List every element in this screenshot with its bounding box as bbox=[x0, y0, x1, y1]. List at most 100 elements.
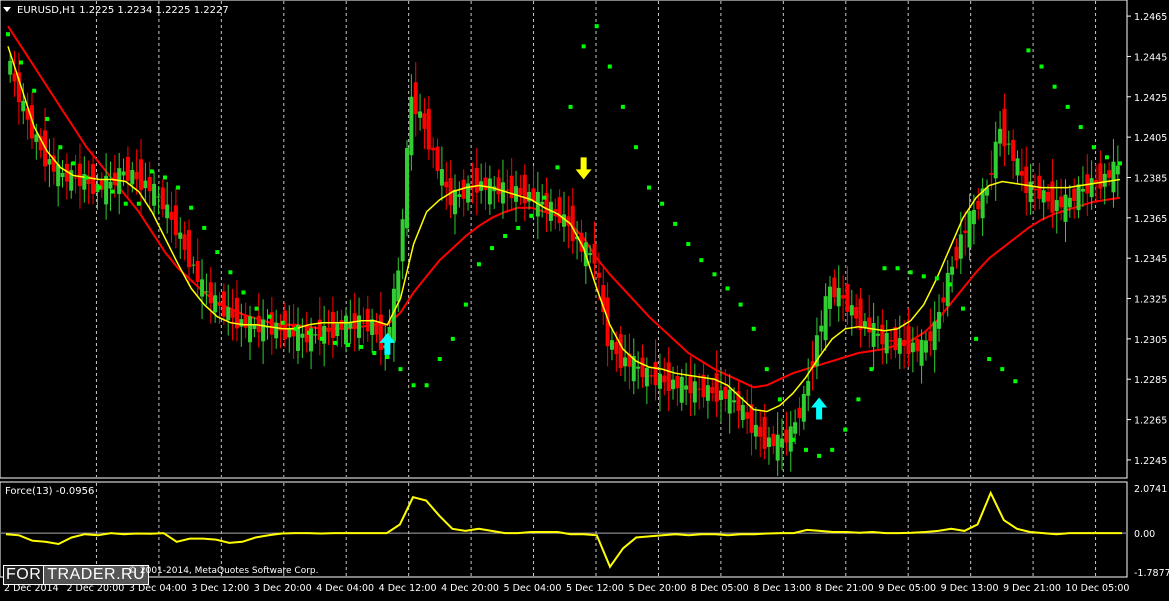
sar-dot bbox=[1000, 367, 1005, 372]
sar-dot bbox=[895, 266, 900, 271]
force-tick-label: 0.00 bbox=[1134, 529, 1155, 540]
candle-body bbox=[867, 317, 872, 333]
candle-body bbox=[893, 327, 898, 351]
candle-body bbox=[945, 272, 950, 307]
sar-dot bbox=[921, 274, 926, 279]
candle-body bbox=[487, 178, 492, 205]
sar-dot bbox=[19, 60, 24, 65]
candle-body bbox=[1072, 188, 1077, 202]
candle-body bbox=[732, 400, 737, 403]
candle-body bbox=[112, 172, 117, 185]
candle-body bbox=[156, 196, 161, 198]
candle-body bbox=[819, 325, 824, 332]
candle-body bbox=[378, 314, 383, 350]
sar-dot bbox=[215, 250, 220, 255]
sar-dot bbox=[738, 302, 743, 307]
candle-body bbox=[400, 219, 405, 262]
sar-dot bbox=[202, 225, 207, 230]
sar-dot bbox=[529, 213, 534, 218]
sar-dot bbox=[346, 342, 351, 347]
candle-body bbox=[169, 211, 174, 220]
sar-dot bbox=[110, 189, 115, 194]
sar-dot bbox=[123, 201, 128, 206]
x-tick-label: 9 Dec 05:00 bbox=[878, 583, 936, 594]
chart-window: 1.2465 1.2445 1.2425 1.2405 1.2385 1.2365 1.23… bbox=[0, 0, 1169, 597]
candle-body bbox=[644, 367, 649, 387]
sar-dot bbox=[607, 64, 612, 69]
candle-body bbox=[971, 209, 976, 225]
candle-body bbox=[889, 340, 894, 342]
sar-dot bbox=[804, 447, 809, 452]
candle-body bbox=[884, 332, 889, 354]
sar-dot bbox=[333, 340, 338, 345]
candle-body bbox=[248, 316, 253, 343]
candle-body bbox=[919, 339, 924, 366]
candle-body bbox=[1098, 163, 1103, 189]
candle-body bbox=[723, 386, 728, 399]
candle-body bbox=[200, 279, 205, 297]
candle-body bbox=[1032, 188, 1037, 191]
candle-body bbox=[871, 323, 876, 347]
sar-dot bbox=[6, 32, 10, 37]
sar-dot bbox=[1052, 84, 1057, 89]
sar-dot bbox=[555, 165, 560, 170]
sar-dot bbox=[947, 282, 952, 287]
candle-body bbox=[396, 270, 401, 302]
candle-body bbox=[147, 176, 152, 192]
candle-body bbox=[718, 390, 723, 400]
sar-dot bbox=[398, 367, 403, 372]
candle-body bbox=[832, 277, 837, 298]
candle-body bbox=[204, 291, 209, 293]
candle-body bbox=[361, 322, 366, 324]
candle-body bbox=[1041, 190, 1046, 203]
sar-dot bbox=[319, 336, 324, 341]
candle-body bbox=[771, 433, 776, 447]
candle-body bbox=[758, 426, 763, 437]
candle-body bbox=[684, 385, 689, 390]
candle-body bbox=[649, 375, 654, 377]
sar-dot bbox=[961, 306, 966, 311]
sar-dot bbox=[934, 276, 939, 281]
x-tick-label: 3 Dec 12:00 bbox=[191, 583, 249, 594]
sar-dot bbox=[725, 286, 730, 291]
sar-dot bbox=[385, 355, 390, 360]
candle-body bbox=[8, 60, 13, 75]
sar-dot bbox=[830, 447, 835, 452]
candle-body bbox=[370, 319, 375, 335]
candle-body bbox=[875, 333, 880, 336]
candle-body bbox=[226, 307, 231, 321]
sar-dot bbox=[176, 185, 181, 190]
candle-body bbox=[710, 387, 715, 394]
candle-body bbox=[692, 381, 697, 403]
candle-body bbox=[1019, 171, 1024, 176]
candle-body bbox=[195, 260, 200, 282]
sar-dot bbox=[764, 367, 769, 372]
candle-body bbox=[221, 291, 226, 317]
candle-body bbox=[636, 366, 641, 369]
candle-body bbox=[431, 147, 436, 151]
candle-body bbox=[592, 243, 597, 264]
sar-dot bbox=[647, 185, 652, 190]
sar-dot bbox=[84, 175, 89, 180]
candle-body bbox=[322, 326, 327, 344]
sar-dot bbox=[45, 116, 50, 121]
sar-dot bbox=[450, 336, 455, 341]
candle-body bbox=[256, 315, 261, 333]
candle-body bbox=[1006, 143, 1011, 145]
candle-body bbox=[784, 429, 789, 443]
candle-body bbox=[1080, 188, 1085, 192]
candle-body bbox=[954, 246, 959, 261]
candle-body bbox=[243, 315, 248, 328]
sar-dot bbox=[228, 270, 233, 275]
candle-body bbox=[928, 331, 933, 341]
sar-dot bbox=[411, 383, 416, 388]
sar-dot bbox=[856, 397, 861, 402]
y-tick-label: 1.2305 bbox=[1134, 335, 1167, 346]
candle-body bbox=[671, 379, 676, 390]
candle-body bbox=[1002, 108, 1007, 147]
sar-dot bbox=[241, 290, 246, 295]
candle-body bbox=[47, 159, 52, 165]
sar-dot bbox=[777, 397, 782, 402]
candle-body bbox=[343, 315, 348, 345]
candle-body bbox=[727, 389, 732, 414]
